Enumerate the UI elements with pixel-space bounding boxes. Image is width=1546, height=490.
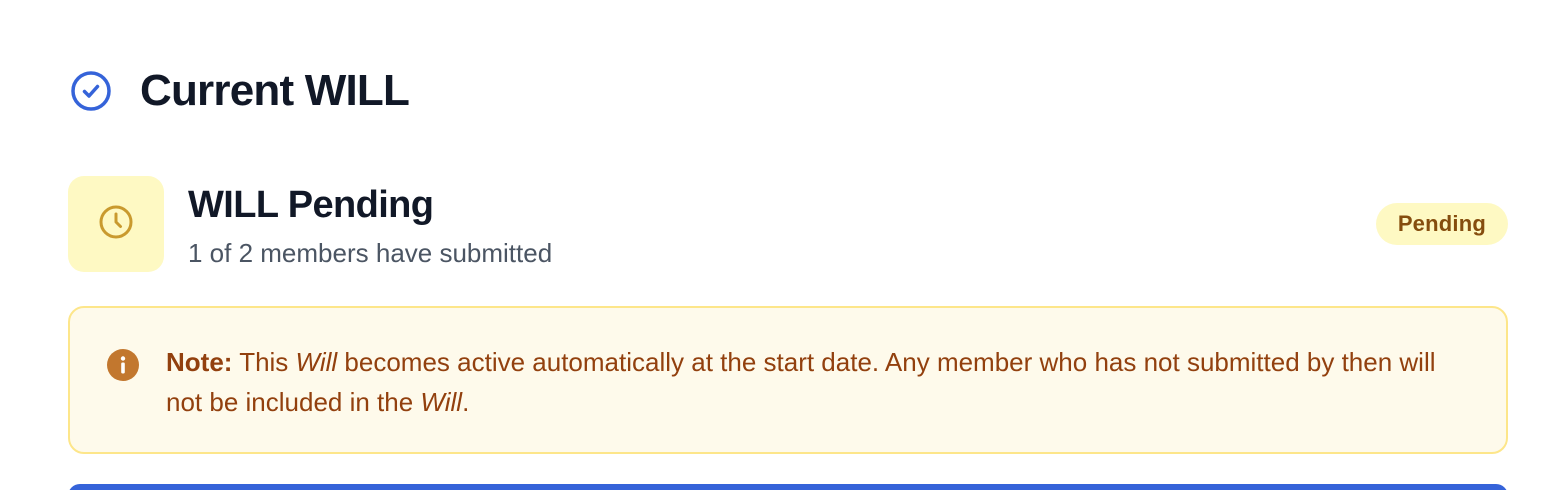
note-will-word-2: Will [420, 387, 463, 417]
section-header: Current WILL [70, 66, 410, 116]
will-status-row: WILL Pending 1 of 2 members have submitt… [68, 176, 1508, 272]
info-icon [106, 348, 140, 382]
primary-action-button[interactable] [68, 484, 1508, 490]
note-label: Note: [166, 347, 233, 377]
note-part-1: This [232, 347, 296, 377]
clock-icon [98, 204, 134, 245]
note-part-2: becomes active automatically at the star… [166, 347, 1436, 417]
check-circle-icon [70, 70, 112, 112]
status-subtitle: 1 of 2 members have submitted [188, 238, 553, 268]
status-title: WILL Pending [188, 184, 434, 226]
page-title: Current WILL [140, 66, 410, 115]
note-part-3: . [462, 387, 470, 417]
note-callout: Note: This Will becomes active automatic… [68, 306, 1508, 454]
note-will-word-1: Will [295, 347, 338, 377]
status-icon-box [68, 176, 164, 272]
page: Current WILL WILL Pending 1 of 2 members… [0, 0, 1546, 490]
note-text: Note: This Will becomes active automatic… [166, 342, 1466, 422]
status-badge: Pending [1375, 203, 1508, 245]
